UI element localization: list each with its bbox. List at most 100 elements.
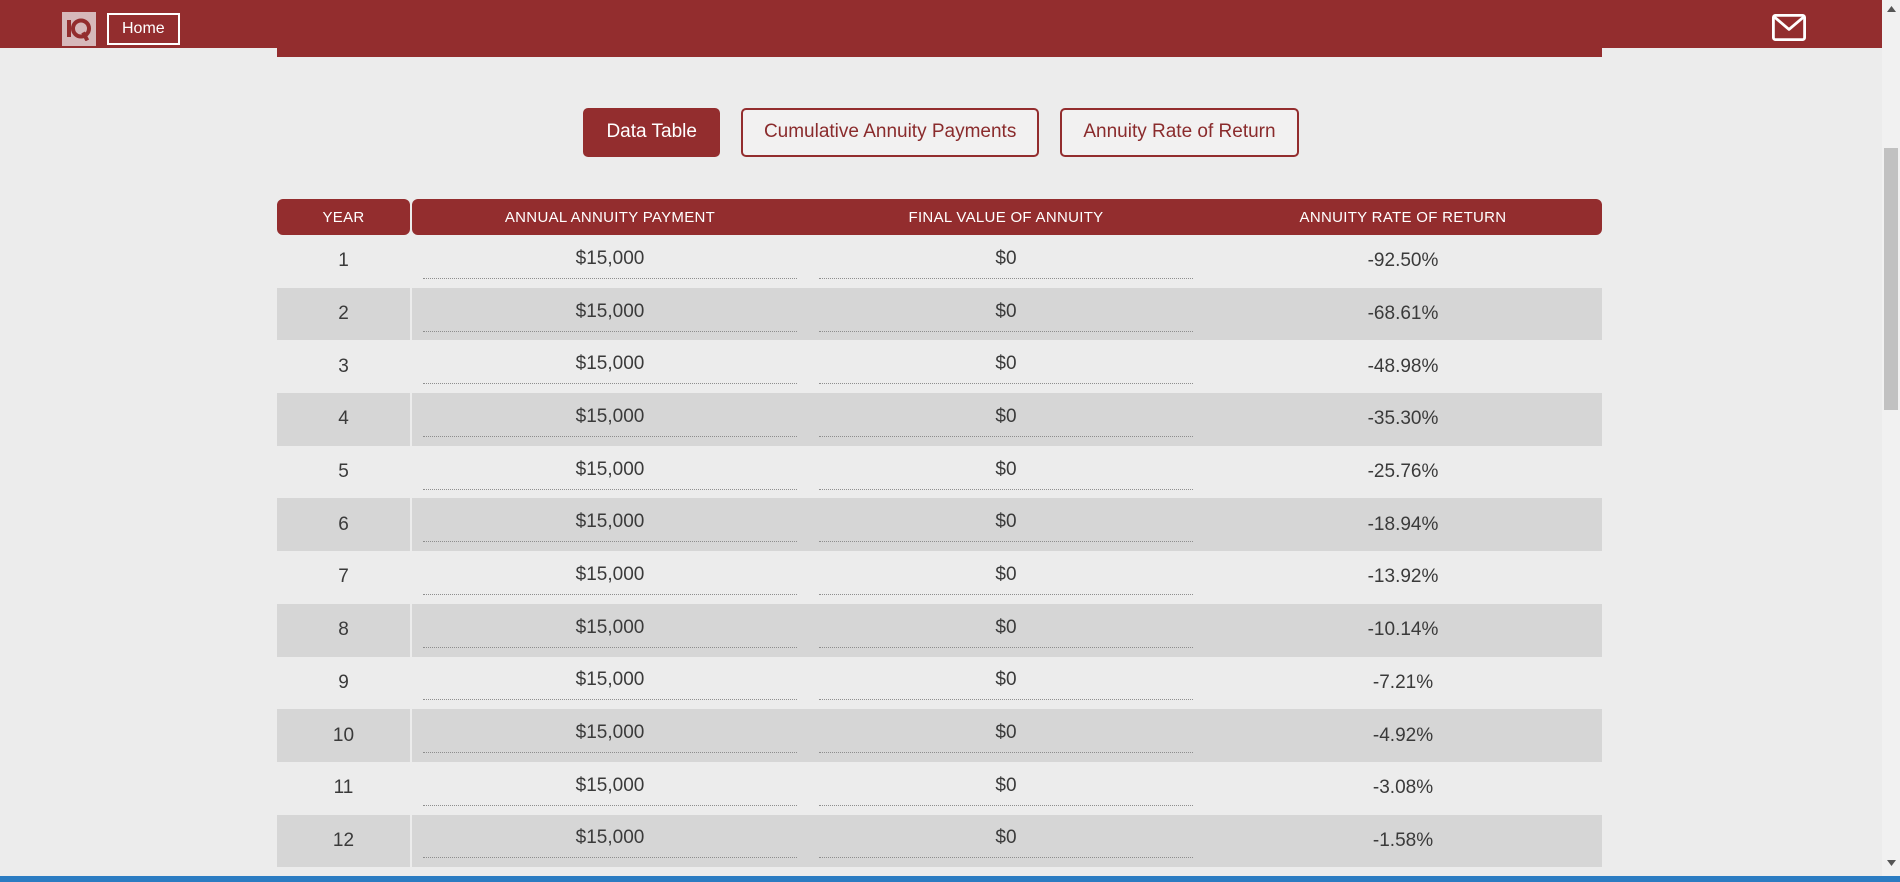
cell-annual-annuity-payment	[412, 709, 808, 762]
cell-final-value-of-annuity	[808, 446, 1204, 499]
cell-annuity-rate-of-return: -1.58%	[1372, 829, 1434, 851]
cell-annual-annuity-payment	[412, 604, 808, 657]
annual-annuity-payment-input[interactable]	[423, 718, 797, 754]
row-cell-group: -35.30%	[412, 393, 1602, 446]
final-value-of-annuity-input[interactable]	[819, 665, 1193, 701]
cell-annual-annuity-payment	[412, 393, 808, 446]
cell-year: 3	[277, 340, 410, 394]
chevron-up-icon[interactable]	[1882, 0, 1900, 18]
top-navigation-left-cut	[0, 48, 277, 57]
cell-annual-annuity-payment	[412, 762, 808, 815]
annual-annuity-payment-input[interactable]	[423, 823, 797, 859]
bottom-status-bar	[0, 876, 1900, 882]
cell-annuity-rate-of-return: -13.92%	[1367, 566, 1439, 588]
annual-annuity-payment-input[interactable]	[423, 401, 797, 437]
final-value-of-annuity-input[interactable]	[819, 296, 1193, 332]
annual-annuity-payment-input[interactable]	[423, 349, 797, 385]
tab-annuity-rate-of-return[interactable]: Annuity Rate of Return	[1060, 108, 1299, 157]
table-body: 1 -92.50% 2 -68.61% 3 -48.98% 4 -35.30% 5 -25.76%…	[277, 235, 1602, 868]
annual-annuity-payment-input[interactable]	[423, 296, 797, 332]
annual-annuity-payment-input[interactable]	[423, 665, 797, 701]
iq-logo-icon[interactable]	[62, 12, 96, 46]
final-value-of-annuity-input[interactable]	[819, 559, 1193, 595]
table-row: 2 -68.61%	[277, 287, 1602, 341]
cell-final-value-of-annuity	[808, 393, 1204, 446]
cell-final-value-of-annuity	[808, 340, 1204, 393]
cell-annual-annuity-payment	[412, 446, 808, 499]
cell-annual-annuity-payment	[412, 657, 808, 710]
row-cell-group: -1.58%	[412, 814, 1602, 868]
final-value-of-annuity-input[interactable]	[819, 454, 1193, 490]
annual-annuity-payment-input[interactable]	[423, 507, 797, 543]
cell-annual-annuity-payment	[412, 498, 808, 551]
final-value-of-annuity-input[interactable]	[819, 770, 1193, 806]
final-value-of-annuity-input[interactable]	[819, 401, 1193, 437]
cell-year: 7	[277, 551, 410, 604]
column-header-annual-annuity-payment: ANNUAL ANNUITY PAYMENT	[504, 208, 716, 226]
cell-annuity-rate-of-return: -4.92%	[1372, 724, 1434, 746]
cell-annuity-rate-of-return: -18.94%	[1367, 513, 1439, 535]
annual-annuity-payment-input[interactable]	[423, 559, 797, 595]
envelope-icon[interactable]	[1772, 14, 1806, 41]
final-value-of-annuity-input[interactable]	[819, 823, 1193, 859]
home-button[interactable]: Home	[107, 13, 180, 45]
top-navigation-background	[0, 0, 1882, 57]
cell-final-value-of-annuity	[808, 604, 1204, 657]
row-cell-group: -25.76%	[412, 445, 1602, 499]
annual-annuity-payment-input[interactable]	[423, 612, 797, 648]
cell-annuity-rate-of-return: -48.98%	[1367, 355, 1439, 377]
cell-annuity-rate-of-return: -10.14%	[1367, 619, 1439, 641]
cell-year: 9	[277, 656, 410, 710]
cell-annual-annuity-payment	[412, 288, 808, 341]
column-header-group: ANNUAL ANNUITY PAYMENT FINAL VALUE OF AN…	[412, 199, 1602, 235]
tab-cumulative-annuity-payments[interactable]: Cumulative Annuity Payments	[740, 108, 1040, 157]
column-header-year: YEAR	[277, 199, 410, 235]
top-navigation-inner: Home	[0, 0, 1882, 57]
table-row: 9 -7.21%	[277, 656, 1602, 710]
row-cell-group: -13.92%	[412, 551, 1602, 604]
table-row: 11 -3.08%	[277, 761, 1602, 815]
final-value-of-annuity-input[interactable]	[819, 349, 1193, 385]
annual-annuity-payment-input[interactable]	[423, 770, 797, 806]
row-cell-group: -10.14%	[412, 603, 1602, 657]
cell-annual-annuity-payment	[412, 815, 808, 868]
annuity-data-table: YEAR ANNUAL ANNUITY PAYMENT FINAL VALUE …	[277, 199, 1602, 868]
final-value-of-annuity-input[interactable]	[819, 718, 1193, 754]
cell-final-value-of-annuity	[808, 709, 1204, 762]
final-value-of-annuity-input[interactable]	[819, 243, 1193, 279]
row-cell-group: -4.92%	[412, 709, 1602, 762]
cell-final-value-of-annuity	[808, 815, 1204, 868]
cell-year: 5	[277, 445, 410, 499]
cell-year: 4	[277, 393, 410, 446]
app-root: Home Data Table Cumulative Annuity Payme…	[0, 0, 1900, 882]
row-cell-group: -68.61%	[412, 287, 1602, 341]
chevron-down-icon[interactable]	[1882, 854, 1900, 872]
cell-year: 8	[277, 603, 410, 657]
cell-annual-annuity-payment	[412, 340, 808, 393]
cell-final-value-of-annuity	[808, 657, 1204, 710]
page-scrollbar[interactable]	[1882, 0, 1900, 882]
tab-data-table[interactable]: Data Table	[583, 108, 720, 157]
view-tabs: Data Table Cumulative Annuity Payments A…	[0, 108, 1882, 157]
table-row: 12 -1.58%	[277, 814, 1602, 868]
cell-year: 2	[277, 287, 410, 341]
cell-final-value-of-annuity	[808, 288, 1204, 341]
table-header-row: YEAR ANNUAL ANNUITY PAYMENT FINAL VALUE …	[277, 199, 1602, 235]
cell-final-value-of-annuity	[808, 762, 1204, 815]
cell-annuity-rate-of-return: -35.30%	[1367, 408, 1439, 430]
row-cell-group: -7.21%	[412, 656, 1602, 710]
cell-year: 1	[277, 235, 410, 288]
final-value-of-annuity-input[interactable]	[819, 612, 1193, 648]
top-navigation-bar: Home	[0, 0, 1882, 57]
cell-final-value-of-annuity	[808, 498, 1204, 551]
top-navigation-right-cut	[1602, 48, 1882, 57]
final-value-of-annuity-input[interactable]	[819, 507, 1193, 543]
cell-final-value-of-annuity	[808, 235, 1204, 288]
annual-annuity-payment-input[interactable]	[423, 243, 797, 279]
cell-year: 12	[277, 814, 410, 868]
scrollbar-thumb[interactable]	[1884, 148, 1898, 410]
table-row: 3 -48.98%	[277, 340, 1602, 394]
cell-annual-annuity-payment	[412, 235, 808, 288]
cell-annuity-rate-of-return: -3.08%	[1372, 777, 1434, 799]
annual-annuity-payment-input[interactable]	[423, 454, 797, 490]
